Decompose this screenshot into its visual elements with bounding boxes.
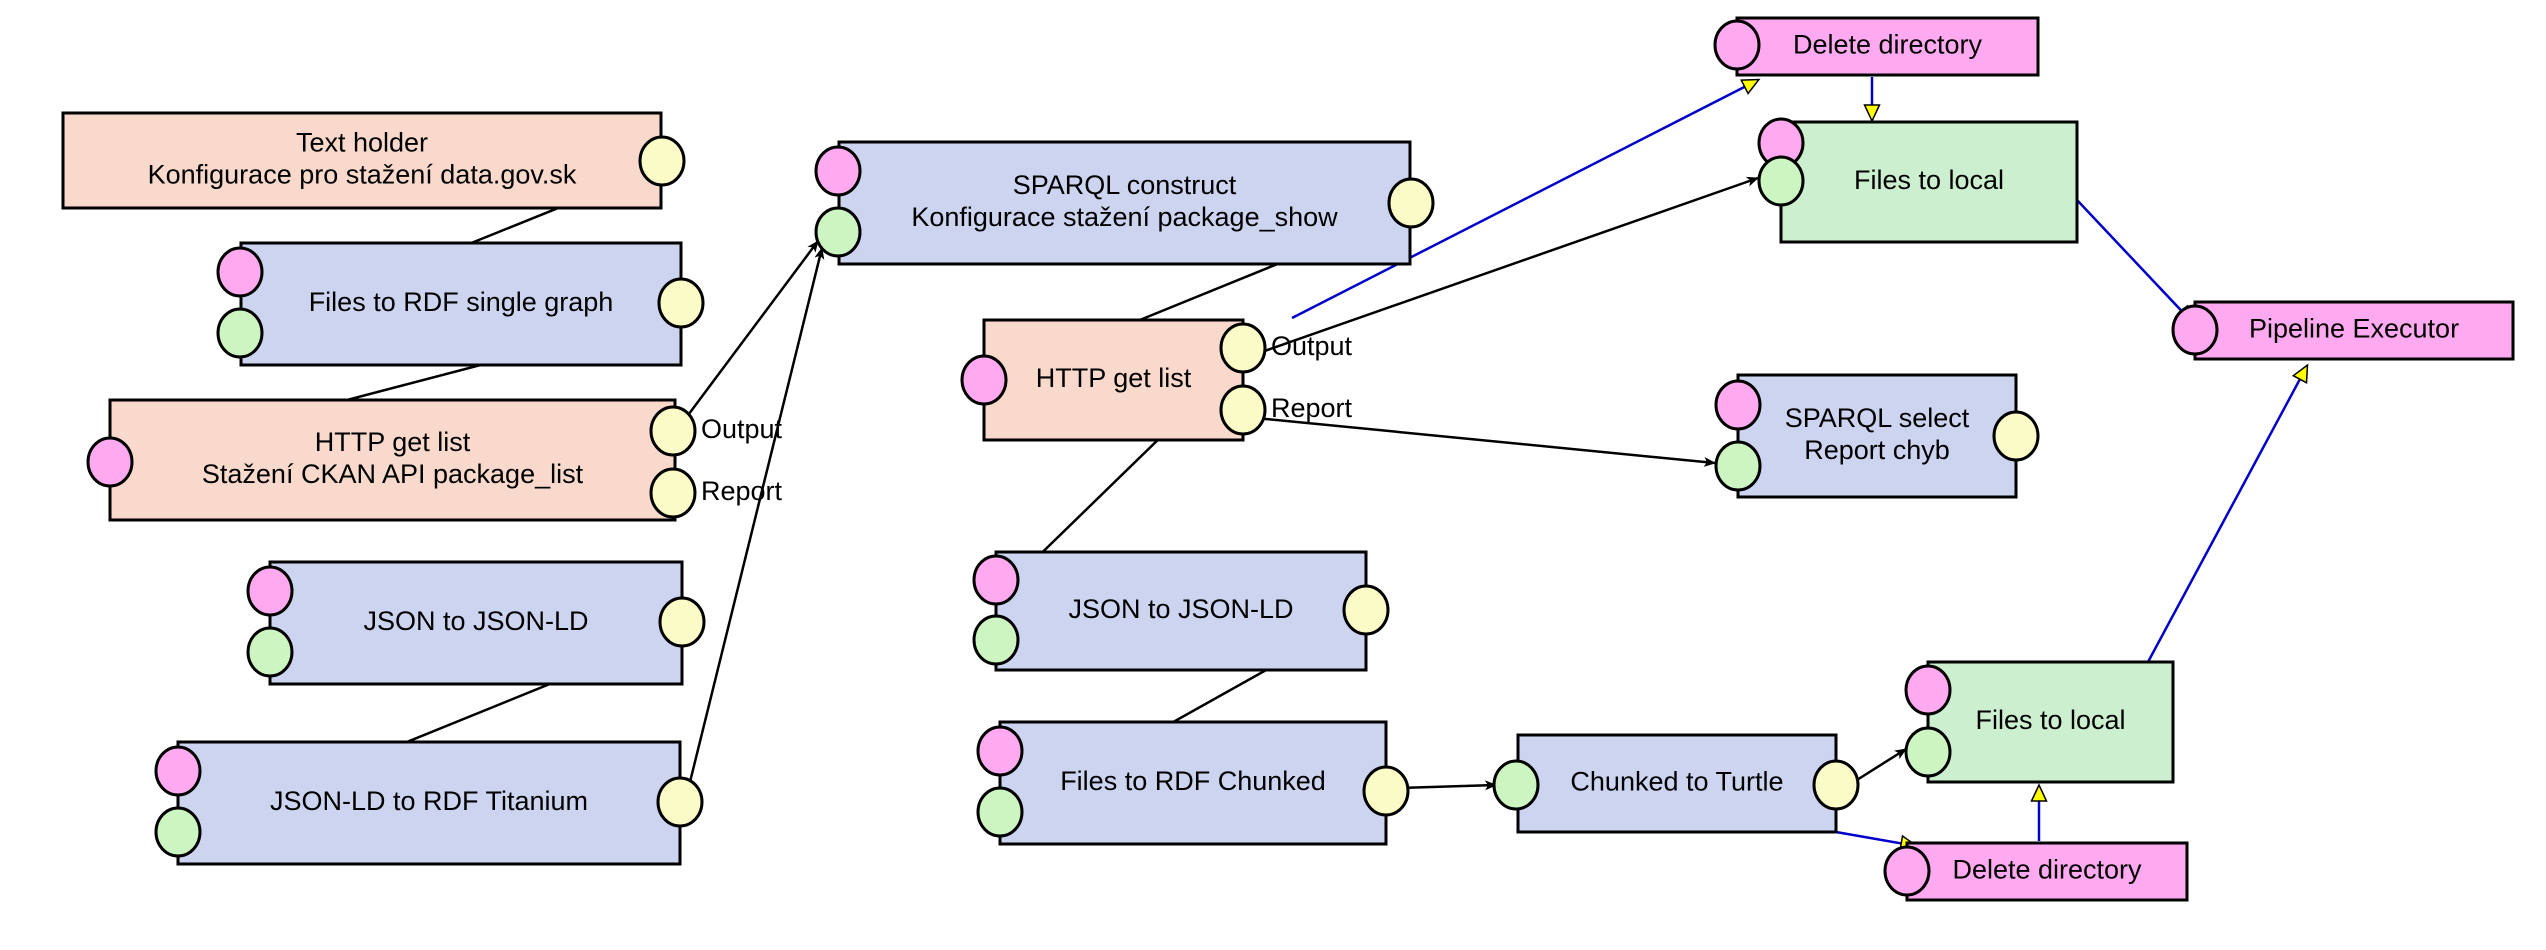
node-label: Konfigurace pro stažení data.gov.sk xyxy=(148,160,577,190)
node-chunked-to-turtle[interactable]: Chunked to Turtle xyxy=(1492,733,1860,834)
node-label: Delete directory xyxy=(1952,855,2142,885)
port-output-ss-out[interactable] xyxy=(1992,410,2040,462)
port-input-frc-in[interactable] xyxy=(976,725,1024,777)
port-config-ss-cfg[interactable] xyxy=(1714,440,1762,492)
port-input-pe-in[interactable] xyxy=(2171,304,2219,356)
port-input-ddt-in[interactable] xyxy=(1713,19,1761,71)
node-delete-directory-bottom[interactable]: Delete directory xyxy=(1883,841,2189,902)
node-sparql-select[interactable]: SPARQL selectReport chyb xyxy=(1714,373,2040,499)
node-label: SPARQL construct xyxy=(1013,170,1237,200)
port-output-hgl-out[interactable] xyxy=(649,405,697,457)
node-label: SPARQL select xyxy=(1785,403,1970,433)
port-label: Output xyxy=(1271,331,1353,361)
port-input-ss-in[interactable] xyxy=(1714,379,1762,431)
port-input-hgc-in[interactable] xyxy=(960,354,1008,406)
port-output-jjl-out[interactable] xyxy=(658,596,706,648)
port-config-sc-cfg[interactable] xyxy=(814,206,862,258)
node-label: JSON-LD to RDF Titanium xyxy=(270,786,588,816)
node-label: Pipeline Executor xyxy=(2249,314,2459,344)
node-http-get-list-center[interactable]: HTTP get list Output Report xyxy=(960,318,1353,442)
node-label: Files to RDF Chunked xyxy=(1060,766,1326,796)
port-input-frsg-in[interactable] xyxy=(216,246,264,298)
port-label: Output xyxy=(701,414,783,444)
data-edge[interactable] xyxy=(1255,416,1716,467)
port-input-jjc-in[interactable] xyxy=(972,554,1020,606)
port-label: Report xyxy=(701,476,783,506)
node-label: Files to local xyxy=(1975,705,2125,735)
port-config-ftlt-cfg[interactable] xyxy=(1757,155,1805,207)
port-config-frsg-cfg[interactable] xyxy=(216,307,264,359)
node-label: HTTP get list xyxy=(1036,363,1192,393)
node-label: Konfigurace stažení package_show xyxy=(911,202,1338,232)
port-output-frc-out[interactable] xyxy=(1362,765,1410,817)
port-output-sc-out[interactable] xyxy=(1387,177,1435,229)
node-files-to-rdf-chunked[interactable]: Files to RDF Chunked xyxy=(976,720,1410,846)
port-output-jjc-out[interactable] xyxy=(1342,584,1390,636)
port-output-hgl-rep[interactable] xyxy=(649,467,697,519)
port-output-hgc-rep[interactable] xyxy=(1219,384,1267,436)
port-output-th-out[interactable] xyxy=(638,135,686,187)
node-label: Files to RDF single graph xyxy=(309,287,614,317)
node-label: Text holder xyxy=(296,128,428,158)
port-input-sc-in[interactable] xyxy=(814,145,862,197)
port-input-jjl-in[interactable] xyxy=(246,565,294,617)
node-pipeline-executor[interactable]: Pipeline Executor xyxy=(2171,300,2515,361)
port-output-frsg-out[interactable] xyxy=(657,277,705,329)
port-config-jjl-cfg[interactable] xyxy=(246,626,294,678)
port-input-ftlb-in[interactable] xyxy=(1904,664,1952,716)
node-text-holder[interactable]: Text holderKonfigurace pro stažení data.… xyxy=(61,111,686,210)
control-edge[interactable] xyxy=(1835,830,1916,846)
node-label: Stažení CKAN API package_list xyxy=(202,459,584,489)
node-label: Files to local xyxy=(1854,165,2004,195)
port-config-jjc-cfg[interactable] xyxy=(972,614,1020,666)
port-output-hgc-out[interactable] xyxy=(1219,322,1267,374)
node-files-to-rdf-single-graph[interactable]: Files to RDF single graph xyxy=(216,241,705,367)
node-label: JSON to JSON-LD xyxy=(1068,594,1293,624)
node-files-to-local-top[interactable]: Files to local xyxy=(1757,117,2079,244)
nodes-layer: Text holderKonfigurace pro stažení data.… xyxy=(61,16,2515,902)
control-edge[interactable] xyxy=(2146,366,2307,663)
data-edge[interactable] xyxy=(1398,780,1497,791)
node-delete-directory-top[interactable]: Delete directory xyxy=(1713,16,2040,77)
port-config-frc-cfg[interactable] xyxy=(976,786,1024,838)
data-edge[interactable] xyxy=(686,247,825,791)
control-edge[interactable] xyxy=(2076,199,2192,322)
port-config-ctt-in[interactable] xyxy=(1492,759,1540,811)
node-files-to-local-bottom[interactable]: Files to local xyxy=(1904,660,2175,784)
node-label: JSON to JSON-LD xyxy=(363,606,588,636)
pipeline-graph[interactable]: Text holderKonfigurace pro stažení data.… xyxy=(0,0,2546,950)
diagram-canvas: Text holder Konfigurace pro stažení data.… xyxy=(0,0,2546,950)
node-label: HTTP get list xyxy=(315,427,471,457)
node-http-get-list-left[interactable]: HTTP get listStažení CKAN API package_li… xyxy=(86,398,783,522)
port-config-jrt-cfg[interactable] xyxy=(154,806,202,858)
port-config-ftlb-cfg[interactable] xyxy=(1904,726,1952,778)
node-label: Report chyb xyxy=(1804,435,1950,465)
port-label: Report xyxy=(1271,393,1353,423)
node-json-to-jsonld-left[interactable]: JSON to JSON-LD xyxy=(246,560,706,686)
node-label: Chunked to Turtle xyxy=(1570,767,1783,797)
node-sparql-construct[interactable]: SPARQL constructKonfigurace stažení pack… xyxy=(814,140,1435,266)
port-input-jrt-in[interactable] xyxy=(154,745,202,797)
port-output-jrt-out[interactable] xyxy=(656,776,704,828)
port-input-ddb-in[interactable] xyxy=(1883,845,1931,897)
node-json-to-jsonld-center[interactable]: JSON to JSON-LD xyxy=(972,550,1390,672)
port-output-ctt-out[interactable] xyxy=(1812,759,1860,811)
node-jsonld-to-rdf-titanium[interactable]: JSON-LD to RDF Titanium xyxy=(154,740,704,866)
port-input-hgl-in[interactable] xyxy=(86,436,134,488)
node-label: Delete directory xyxy=(1793,30,1983,60)
